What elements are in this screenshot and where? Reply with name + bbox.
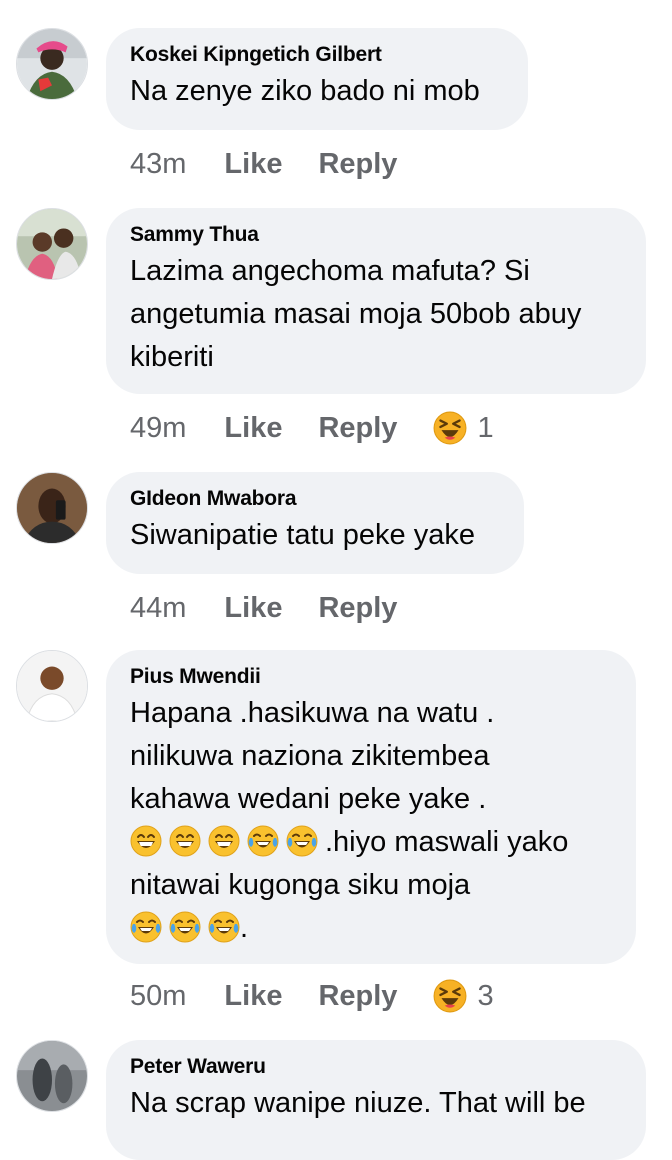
reaction-summary[interactable]: 3 <box>433 979 494 1013</box>
comment-line: angetumia masai moja 50bob abuy <box>130 298 582 330</box>
tears-of-joy-emoji-icon <box>169 911 201 943</box>
like-button[interactable]: Like <box>224 592 282 625</box>
comment-line-suffix: . <box>240 912 249 944</box>
comment-text: Na zenye ziko bado ni mob <box>130 75 480 107</box>
comment-bubble: Pius Mwendii Hapana .hasikuwa na watu . … <box>106 650 636 964</box>
timestamp[interactable]: 49m <box>130 412 186 445</box>
comment-text: Siwanipatie tatu peke yake <box>130 519 475 551</box>
like-button[interactable]: Like <box>224 980 282 1013</box>
tears-of-joy-emoji-icon <box>247 825 279 857</box>
avatar[interactable] <box>16 208 88 280</box>
comment-bubble: Koskei Kipngetich Gilbert Na zenye ziko … <box>106 28 528 130</box>
comment-actions: 44m Like Reply <box>130 588 433 628</box>
comment-bubble: Sammy Thua Lazima angechoma mafuta? Si a… <box>106 208 646 394</box>
author-name[interactable]: Sammy Thua <box>130 222 622 248</box>
timestamp[interactable]: 50m <box>130 980 186 1013</box>
tears-of-joy-emoji-icon <box>286 825 318 857</box>
comment-actions: 49m Like Reply 1 <box>130 408 494 448</box>
author-name[interactable]: Peter Waweru <box>130 1054 622 1080</box>
comment-emoji-line: .hiyo maswali yako <box>130 821 612 864</box>
author-name[interactable]: GIdeon Mwabora <box>130 486 500 512</box>
comment-line: nitawai kugonga siku moja <box>130 869 471 901</box>
reply-button[interactable]: Reply <box>318 412 397 445</box>
tears-of-joy-emoji-icon <box>130 911 162 943</box>
like-button[interactable]: Like <box>224 148 282 181</box>
grinning-emoji-icon <box>130 825 162 857</box>
avatar[interactable] <box>16 1040 88 1112</box>
reaction-summary[interactable]: 1 <box>433 411 494 445</box>
comment-line: nilikuwa naziona zikitembea <box>130 740 490 772</box>
comment-line: kahawa wedani peke yake . <box>130 783 487 815</box>
laughing-squint-emoji-icon <box>433 979 467 1013</box>
comment-line: Hapana .hasikuwa na watu . <box>130 697 495 729</box>
comment-actions: 50m Like Reply 3 <box>130 976 494 1016</box>
author-name[interactable]: Pius Mwendii <box>130 664 612 690</box>
profile-photo <box>17 651 87 721</box>
grinning-emoji-icon <box>169 825 201 857</box>
comment-line: Lazima angechoma mafuta? Si <box>130 255 530 287</box>
profile-photo <box>17 473 87 543</box>
profile-photo <box>17 29 87 99</box>
avatar[interactable] <box>16 650 88 722</box>
tears-of-joy-emoji-icon <box>208 911 240 943</box>
comment-actions: 43m Like Reply <box>130 144 433 184</box>
reply-button[interactable]: Reply <box>318 980 397 1013</box>
comment-emoji-line: . <box>130 907 612 950</box>
avatar[interactable] <box>16 28 88 100</box>
comment-line: kiberiti <box>130 341 214 373</box>
reply-button[interactable]: Reply <box>318 592 397 625</box>
avatar[interactable] <box>16 472 88 544</box>
timestamp[interactable]: 44m <box>130 592 186 625</box>
comment-text: Lazima angechoma mafuta? Si angetumia ma… <box>130 250 622 379</box>
comment-text: Na scrap wanipe niuze. That will be <box>130 1087 586 1119</box>
comment-bubble: Peter Waweru Na scrap wanipe niuze. That… <box>106 1040 646 1160</box>
like-button[interactable]: Like <box>224 412 282 445</box>
timestamp[interactable]: 43m <box>130 148 186 181</box>
grinning-emoji-icon <box>208 825 240 857</box>
comment-text: Hapana .hasikuwa na watu . nilikuwa nazi… <box>130 692 612 950</box>
comment-bubble: GIdeon Mwabora Siwanipatie tatu peke yak… <box>106 472 524 574</box>
laughing-squint-emoji-icon <box>433 411 467 445</box>
reaction-count: 1 <box>477 411 494 444</box>
profile-photo <box>17 1041 87 1111</box>
reply-button[interactable]: Reply <box>318 148 397 181</box>
comment-line-text: .hiyo maswali yako <box>325 826 569 858</box>
reaction-count: 3 <box>477 979 494 1012</box>
profile-photo <box>17 209 87 279</box>
author-name[interactable]: Koskei Kipngetich Gilbert <box>130 42 504 68</box>
